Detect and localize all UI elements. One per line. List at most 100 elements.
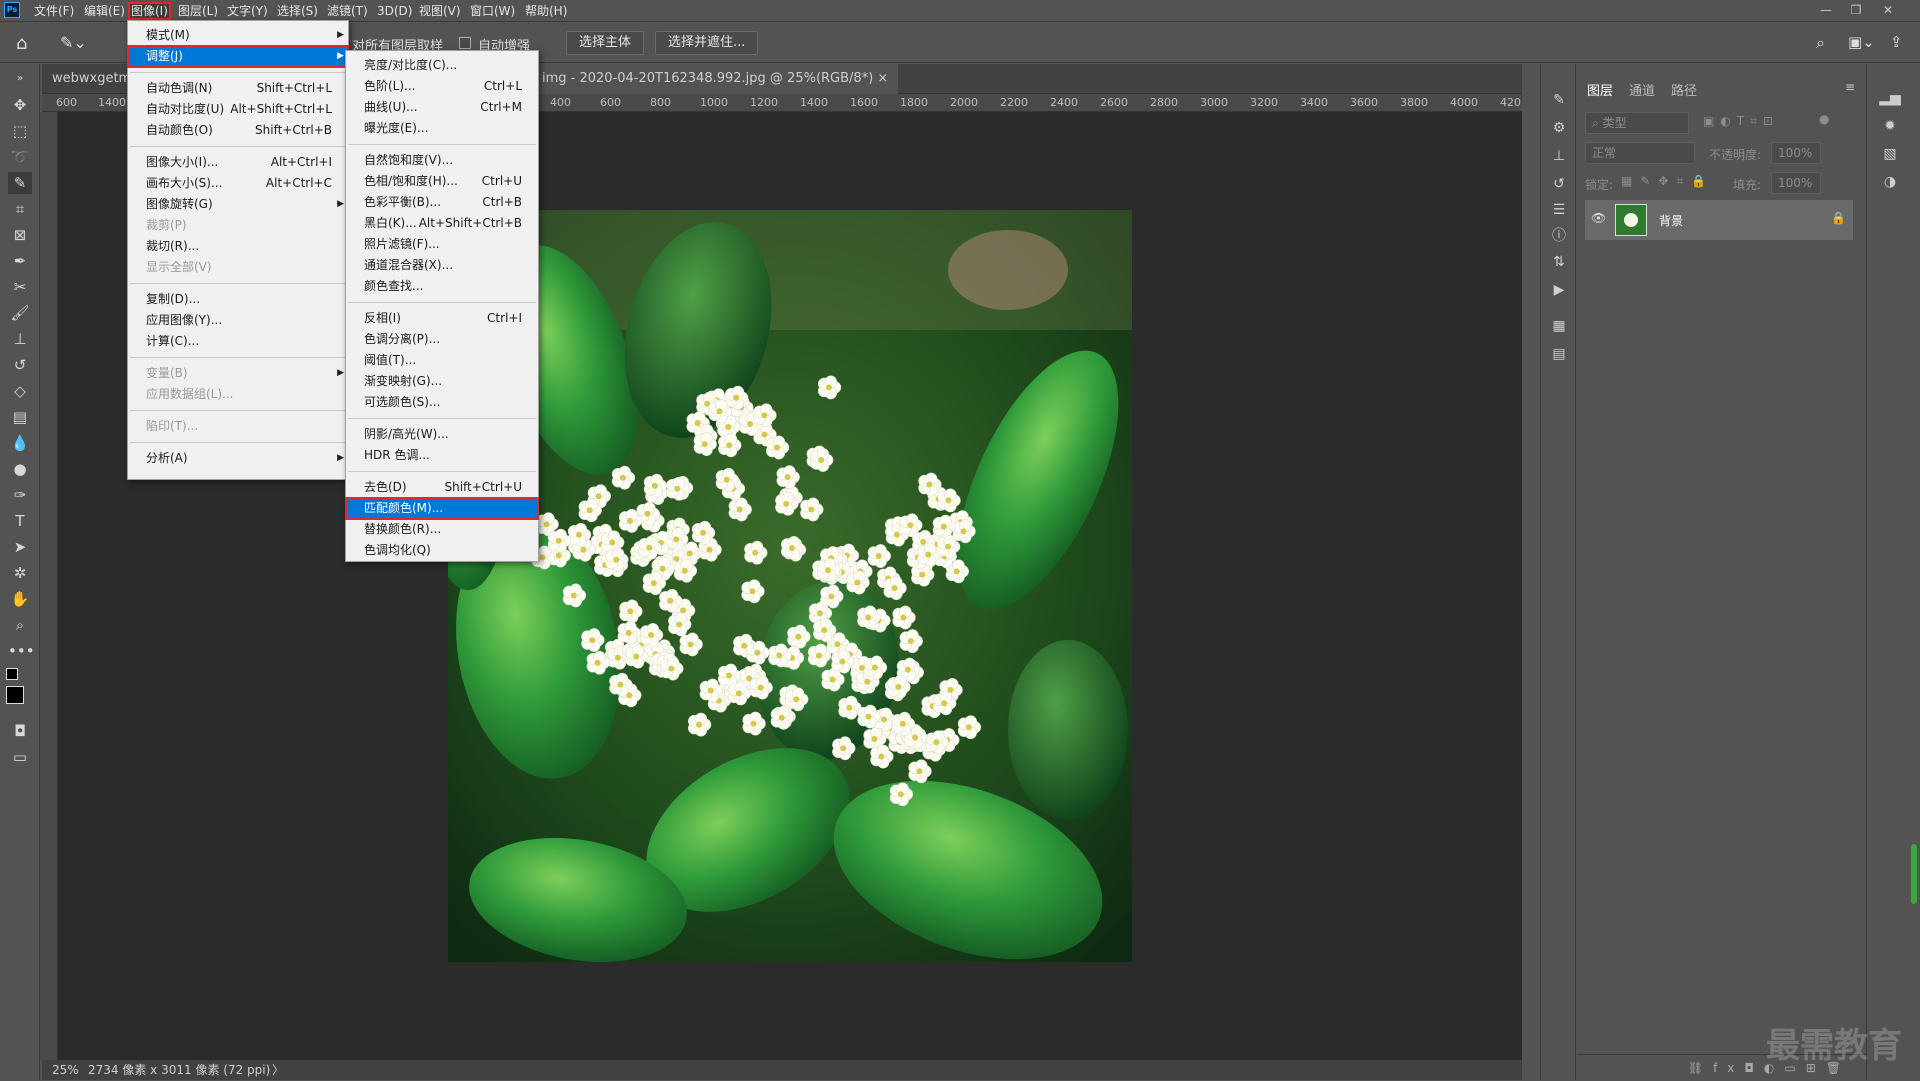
adjust-menu-item[interactable]: 可选颜色(S)... xyxy=(346,392,538,413)
eraser-tool-icon[interactable]: ◇ xyxy=(8,380,32,402)
brush-settings-icon[interactable]: ✎ xyxy=(1549,90,1569,110)
auto-enhance-checkbox[interactable] xyxy=(459,37,471,49)
adjust-menu-item[interactable]: HDR 色调... xyxy=(346,445,538,466)
adjust-menu-item[interactable]: 阴影/高光(W)... xyxy=(346,424,538,445)
image-menu-item[interactable]: 画布大小(S)... Alt+Ctrl+C xyxy=(128,173,348,194)
eyedropper-tool-icon[interactable]: ✒ xyxy=(8,250,32,272)
adjust-menu-item[interactable]: 色阶(L)... Ctrl+L xyxy=(346,76,538,97)
clone-source-icon[interactable]: ⊥ xyxy=(1549,146,1569,166)
menu-edit[interactable]: 编辑(E) xyxy=(84,3,125,19)
zoom-tool-icon[interactable]: ⌕ xyxy=(8,614,32,636)
image-menu-item[interactable]: 分析(A) ▶ xyxy=(128,448,348,469)
default-colors-icon[interactable] xyxy=(6,668,18,680)
healing-brush-tool-icon[interactable]: ✂ xyxy=(8,276,32,298)
info-icon[interactable]: ⓘ xyxy=(1549,226,1569,246)
menu-window[interactable]: 窗口(W) xyxy=(470,3,515,19)
search-icon[interactable]: ⌕ xyxy=(1816,33,1825,53)
select-subject-button[interactable]: 选择主体 xyxy=(566,31,645,55)
swatches-icon[interactable]: ▧ xyxy=(1875,146,1905,164)
adjust-menu-item[interactable]: 照片滤镜(F)... xyxy=(346,234,538,255)
adjust-menu-item[interactable]: 亮度/对比度(C)... xyxy=(346,55,538,76)
adjustments-icon[interactable]: ⚙ xyxy=(1549,118,1569,138)
panel-menu-icon[interactable]: ≡ xyxy=(1845,80,1855,94)
brush-tool-icon[interactable]: 🖌 xyxy=(8,302,32,324)
foreground-color-swatch[interactable] xyxy=(6,686,24,704)
adjust-menu-item[interactable]: 自然饱和度(V)... xyxy=(346,150,538,171)
image-menu-item[interactable]: 裁切(R)... xyxy=(128,236,348,257)
adjust-menu-item[interactable]: 通道混合器(X)... xyxy=(346,255,538,276)
crop-tool-icon[interactable]: ⌗ xyxy=(8,198,32,220)
history-icon[interactable]: ↺ xyxy=(1549,174,1569,194)
zoom-level[interactable]: 25% xyxy=(52,1060,79,1080)
quick-mask-icon[interactable]: ◘ xyxy=(8,720,32,742)
scrollbar-thumb[interactable] xyxy=(1911,844,1917,904)
custom-shape-tool-icon[interactable]: ✲ xyxy=(8,562,32,584)
filter-kind-icons[interactable]: ▣◐T⌗⊡ xyxy=(1703,114,1779,129)
paths-icon[interactable]: ⇅ xyxy=(1549,252,1569,272)
layer-name[interactable]: 背景 xyxy=(1659,212,1683,229)
image-menu-item[interactable]: 计算(C)... xyxy=(128,331,348,352)
select-and-mask-button[interactable]: 选择并遮住... xyxy=(655,31,759,55)
type-tool-icon[interactable]: T xyxy=(8,510,32,532)
lasso-tool-icon[interactable]: ➰ xyxy=(8,146,32,168)
fill-input[interactable]: 100% xyxy=(1771,172,1821,194)
menu-3d[interactable]: 3D(D) xyxy=(377,3,412,19)
adjust-menu-item[interactable]: 色调均化(Q) xyxy=(346,540,538,561)
image-menu-item[interactable]: 自动对比度(U) Alt+Shift+Ctrl+L xyxy=(128,99,348,120)
histogram-icon[interactable]: ▂▅ xyxy=(1875,90,1905,108)
adjust-menu-item[interactable]: 去色(D) Shift+Ctrl+U xyxy=(346,477,538,498)
adjust-menu-item[interactable]: 渐变映射(G)... xyxy=(346,371,538,392)
visibility-eye-icon[interactable]: 👁 xyxy=(1591,211,1606,225)
menu-type[interactable]: 文字(Y) xyxy=(227,3,268,19)
tab-channels[interactable]: 通道 xyxy=(1629,80,1655,99)
image-menu-item[interactable]: 自动颜色(O) Shift+Ctrl+B xyxy=(128,120,348,141)
menu-view[interactable]: 视图(V) xyxy=(419,3,461,19)
more-tools-icon[interactable]: ••• xyxy=(8,640,35,662)
menu-help[interactable]: 帮助(H) xyxy=(525,3,567,19)
hand-tool-icon[interactable]: ✋ xyxy=(8,588,32,610)
image-menu-item[interactable]: 调整(J) ▶ xyxy=(127,45,349,68)
screen-mode-icon[interactable]: ▭ xyxy=(8,746,32,768)
tab-paths[interactable]: 路径 xyxy=(1671,80,1697,99)
image-menu-item[interactable]: 模式(M) ▶ xyxy=(128,25,348,46)
adjust-menu-item[interactable]: 匹配颜色(M)... xyxy=(345,497,539,520)
move-tool-icon[interactable]: ✥ xyxy=(8,94,32,116)
layer-row-background[interactable]: 👁 背景 🔒 xyxy=(1585,200,1853,240)
adjust-menu-item[interactable]: 颜色查找... xyxy=(346,276,538,297)
menu-file[interactable]: 文件(F) xyxy=(34,3,74,19)
gradient-tool-icon[interactable]: ▤ xyxy=(8,406,32,428)
adjust-menu-item[interactable]: 替换颜色(R)... xyxy=(346,519,538,540)
frame-tool-icon[interactable]: ⊠ xyxy=(8,224,32,246)
tab-active-document[interactable]: img - 2020-04-20T162348.992.jpg @ 25%(RG… xyxy=(532,64,899,94)
opacity-input[interactable]: 100% xyxy=(1771,142,1821,164)
menu-layer[interactable]: 图层(L) xyxy=(178,3,218,19)
close-tab-icon[interactable]: × xyxy=(877,71,888,86)
minimize-icon[interactable]: — xyxy=(1816,2,1836,18)
pen-tool-icon[interactable]: ✑ xyxy=(8,484,32,506)
path-selection-tool-icon[interactable]: ➤ xyxy=(8,536,32,558)
restore-icon[interactable]: ❐ xyxy=(1846,2,1866,18)
menu-filter[interactable]: 滤镜(T) xyxy=(327,3,368,19)
image-menu-item[interactable]: 应用图像(Y)... xyxy=(128,310,348,331)
close-icon[interactable]: ✕ xyxy=(1878,2,1898,18)
adjust-menu-item[interactable]: 阈值(T)... xyxy=(346,350,538,371)
status-arrow-icon[interactable]: 〉 xyxy=(272,1060,284,1080)
menu-image[interactable]: 图像(I) xyxy=(128,2,171,20)
dodge-tool-icon[interactable]: ● xyxy=(8,458,32,480)
actions-play-icon[interactable]: ▶ xyxy=(1549,280,1569,300)
marquee-tool-icon[interactable]: ⬚ xyxy=(8,120,32,142)
share-icon[interactable]: ⇪ xyxy=(1890,33,1903,51)
adjust-menu-item[interactable]: 色相/饱和度(H)... Ctrl+U xyxy=(346,171,538,192)
quick-selection-tool-icon[interactable]: ✎ xyxy=(8,172,32,194)
libraries-icon[interactable]: ▦ xyxy=(1549,316,1569,336)
tab-layers[interactable]: 图层 xyxy=(1587,80,1613,99)
adjust-menu-item[interactable]: 色彩平衡(B)... Ctrl+B xyxy=(346,192,538,213)
notes-icon[interactable]: ▤ xyxy=(1549,344,1569,364)
image-menu-item[interactable]: 自动色调(N) Shift+Ctrl+L xyxy=(128,78,348,99)
image-menu-item[interactable]: 复制(D)... xyxy=(128,289,348,310)
image-menu-item[interactable]: 图像大小(I)... Alt+Ctrl+I xyxy=(128,152,348,173)
image-menu-item[interactable]: 图像旋转(G) ▶ xyxy=(128,194,348,215)
adjust-menu-item[interactable]: 曝光度(E)... xyxy=(346,118,538,139)
filter-toggle-icon[interactable]: ● xyxy=(1819,112,1829,126)
workspace-icon[interactable]: ▣⌄ xyxy=(1848,33,1875,51)
